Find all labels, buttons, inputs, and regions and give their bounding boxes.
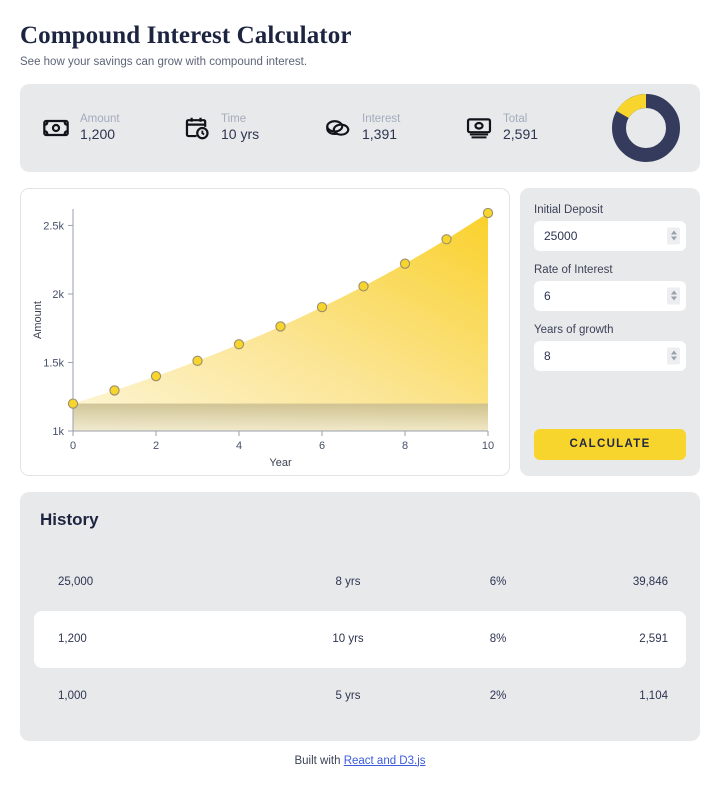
history-row[interactable]: 1,20010 yrs8%2,591 <box>34 611 686 668</box>
history-amount: 25,000 <box>58 576 258 588</box>
history-total: 39,846 <box>558 576 668 588</box>
growth-area-chart: 1k 1.5k 2k 2.5k 0 2 4 6 8 10 Year Amount <box>25 195 503 471</box>
app-root: Compound Interest Calculator See how you… <box>0 0 720 779</box>
chevron-up-icon[interactable] <box>671 291 677 295</box>
field-label: Rate of Interest <box>534 264 686 276</box>
svg-text:2.5k: 2.5k <box>43 220 64 232</box>
stat-amount: Amount 1,200 <box>42 112 183 144</box>
chevron-up-icon[interactable] <box>671 351 677 355</box>
page-subtitle: See how your savings can grow with compo… <box>20 56 700 68</box>
banknote-icon <box>42 114 70 142</box>
stat-value: 1,200 <box>80 126 120 144</box>
footer: Built with React and D3.js <box>20 755 700 779</box>
history-row[interactable]: 25,0008 yrs6%39,846 <box>34 554 686 611</box>
history-years: 10 yrs <box>258 633 438 645</box>
history-amount: 1,200 <box>58 633 258 645</box>
svg-text:8: 8 <box>402 440 408 452</box>
stat-label: Interest <box>362 112 400 126</box>
calculator-form: Initial Deposit Rate of Interest <box>520 188 700 476</box>
money-stack-icon <box>465 114 493 142</box>
field-rate-of-interest: Rate of Interest <box>534 264 686 324</box>
stat-value: 2,591 <box>503 126 538 144</box>
field-label: Initial Deposit <box>534 204 686 216</box>
stat-value: 1,391 <box>362 126 400 144</box>
history-title: History <box>40 510 686 530</box>
calendar-clock-icon <box>183 114 211 142</box>
growth-area-chart-card: 1k 1.5k 2k 2.5k 0 2 4 6 8 10 Year Amount <box>20 188 510 476</box>
react-d3-link[interactable]: React and D3.js <box>344 755 426 767</box>
stat-label: Total <box>503 112 538 126</box>
initial-deposit-stepper[interactable] <box>667 227 680 244</box>
stat-label: Time <box>221 112 259 126</box>
history-rate: 2% <box>438 690 558 702</box>
stat-label: Amount <box>80 112 120 126</box>
svg-text:1.5k: 1.5k <box>43 357 64 369</box>
history-years: 8 yrs <box>258 576 438 588</box>
stat-value: 10 yrs <box>221 126 259 144</box>
chevron-down-icon[interactable] <box>671 237 677 241</box>
principal-interest-donut-chart <box>610 92 682 164</box>
history-amount: 1,000 <box>58 690 258 702</box>
stat-time: Time 10 yrs <box>183 112 324 144</box>
svg-text:6: 6 <box>319 440 325 452</box>
svg-text:1k: 1k <box>52 426 64 438</box>
history-panel: History 25,0008 yrs6%39,8461,20010 yrs8%… <box>20 492 700 741</box>
history-rate: 6% <box>438 576 558 588</box>
chevron-up-icon[interactable] <box>671 231 677 235</box>
svg-text:Amount: Amount <box>32 301 44 339</box>
svg-text:Year: Year <box>269 457 292 469</box>
svg-text:0: 0 <box>70 440 76 452</box>
summary-stats-bar: Amount 1,200 Time 10 yrs <box>20 84 700 172</box>
coins-icon <box>324 114 352 142</box>
footer-prefix: Built with <box>294 755 343 767</box>
years-of-growth-stepper[interactable] <box>667 347 680 364</box>
chevron-down-icon[interactable] <box>671 357 677 361</box>
history-years: 5 yrs <box>258 690 438 702</box>
svg-text:4: 4 <box>236 440 242 452</box>
chevron-down-icon[interactable] <box>671 297 677 301</box>
history-total: 1,104 <box>558 690 668 702</box>
field-years-of-growth: Years of growth <box>534 324 686 384</box>
years-of-growth-input[interactable] <box>534 341 686 371</box>
stat-total: Total 2,591 <box>465 112 606 144</box>
stat-interest: Interest 1,391 <box>324 112 465 144</box>
page-title: Compound Interest Calculator <box>20 22 700 50</box>
history-rate: 8% <box>438 633 558 645</box>
history-list: 25,0008 yrs6%39,8461,20010 yrs8%2,5911,0… <box>34 554 686 725</box>
field-initial-deposit: Initial Deposit <box>534 204 686 264</box>
rate-of-interest-stepper[interactable] <box>667 287 680 304</box>
initial-deposit-input[interactable] <box>534 221 686 251</box>
history-row[interactable]: 1,0005 yrs2%1,104 <box>34 668 686 725</box>
rate-of-interest-input[interactable] <box>534 281 686 311</box>
history-total: 2,591 <box>558 633 668 645</box>
chart-and-form-row: 1k 1.5k 2k 2.5k 0 2 4 6 8 10 Year Amount Initial De… <box>20 188 700 476</box>
svg-text:2k: 2k <box>52 288 64 300</box>
svg-text:2: 2 <box>153 440 159 452</box>
svg-text:10: 10 <box>482 440 494 452</box>
calculate-button[interactable]: CALCULATE <box>534 429 686 460</box>
field-label: Years of growth <box>534 324 686 336</box>
